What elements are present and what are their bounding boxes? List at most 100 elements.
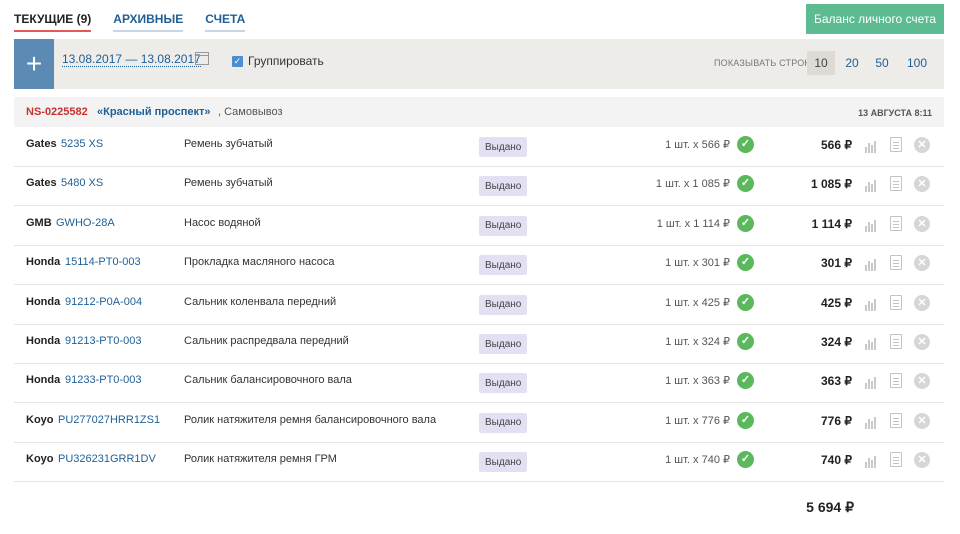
document-icon[interactable] (890, 176, 902, 192)
rows-option-100[interactable]: 100 (900, 51, 934, 75)
bar-chart-icon[interactable] (865, 139, 877, 153)
close-icon[interactable]: ✕ (914, 255, 930, 272)
balance-button[interactable]: Баланс личного счета (806, 4, 944, 34)
item-quantity-price: 1 шт. x 301 ₽ (665, 257, 730, 270)
group-checkbox[interactable]: ✓ (232, 56, 243, 67)
item-description: Сальник распредвала передний (184, 335, 349, 347)
filter-toolbar: + 13.08.2017 — 13.08.2017 ✓ Группировать… (14, 39, 944, 89)
close-icon[interactable]: ✕ (914, 373, 930, 390)
check-circle-icon: ✓ (737, 451, 754, 469)
table-row: Honda 15114-PT0-003 Прокладка масляного на… (14, 246, 944, 286)
bar-chart-icon[interactable] (865, 375, 877, 390)
calendar-icon[interactable] (195, 52, 209, 65)
item-total-price: 301 ₽ (821, 256, 852, 271)
item-total-price: 1 114 ₽ (811, 216, 852, 231)
bar-chart-icon[interactable] (865, 218, 877, 232)
rows-option-10[interactable]: 10 (807, 51, 835, 75)
item-description: Ремень зубчатый (184, 138, 273, 150)
bar-chart-icon[interactable] (865, 257, 877, 272)
document-icon[interactable] (890, 334, 902, 349)
group-label[interactable]: Группировать (248, 54, 324, 68)
tab-current-count: (9) (76, 12, 92, 26)
document-icon[interactable] (890, 215, 902, 231)
item-total-price: 363 ₽ (821, 374, 852, 389)
rows-option-50[interactable]: 50 (868, 51, 896, 75)
item-part-number[interactable]: 5235 XS (61, 138, 103, 150)
check-circle-icon: ✓ (737, 333, 754, 350)
document-icon[interactable] (890, 255, 902, 271)
check-circle-icon: ✓ (737, 175, 754, 193)
item-quantity-price: 1 шт. x 776 ₽ (665, 414, 730, 427)
table-row: Honda 91233-PT0-003 Сальник балансировочно… (14, 364, 944, 404)
date-range-picker[interactable]: 13.08.2017 — 13.08.2017 (62, 52, 201, 67)
document-icon[interactable] (890, 294, 902, 310)
status-badge: Выдано (479, 137, 528, 157)
bar-chart-icon[interactable] (865, 415, 877, 429)
check-circle-icon: ✓ (737, 254, 754, 272)
status-badge: Выдано (479, 255, 528, 276)
item-part-number[interactable]: GWHO-28A (56, 217, 115, 229)
rows-option-20[interactable]: 20 (838, 51, 866, 75)
item-brand: GMB (26, 216, 52, 229)
item-part-number[interactable]: 15114-PT0-003 (65, 256, 141, 268)
item-brand: Koyo (26, 453, 54, 466)
item-description: Прокладка масляного насоса (184, 256, 335, 269)
status-badge: Выдано (479, 452, 528, 473)
item-quantity-price: 1 шт. x 363 ₽ (665, 375, 730, 388)
tab-current[interactable]: ТЕКУЩИЕ (9) (14, 12, 92, 32)
bar-chart-icon[interactable] (865, 297, 877, 311)
item-quantity-price: 1 шт. x 425 ₽ (665, 296, 730, 309)
item-description: Ремень зубчатый (184, 177, 273, 190)
item-part-number[interactable]: 5480 XS (61, 177, 103, 189)
item-part-number[interactable]: 91233-PT0-003 (65, 374, 141, 386)
table-row: GMB GWHO-28A Насос водяной Выдано 1 шт. x 1 … (14, 207, 944, 246)
close-icon[interactable]: ✕ (914, 137, 930, 153)
item-description: Насос водяной (184, 216, 261, 229)
item-total-price: 324 ₽ (821, 335, 852, 349)
order-total: 5 694 ₽ (806, 499, 854, 515)
item-total-price: 776 ₽ (821, 413, 852, 428)
check-circle-icon: ✓ (737, 214, 754, 232)
close-icon[interactable]: ✕ (914, 294, 930, 311)
bar-chart-icon[interactable] (865, 178, 877, 193)
tab-archive[interactable]: АРХИВНЫЕ (113, 12, 184, 32)
order-number[interactable]: NS-0225582 (26, 106, 88, 118)
item-brand: Honda (26, 335, 61, 347)
add-order-button[interactable]: + (14, 39, 54, 89)
rows-per-page-label: Показывать строк: (714, 58, 813, 68)
document-icon[interactable] (890, 452, 902, 468)
item-part-number[interactable]: PU326231GRR1DV (58, 453, 156, 465)
close-icon[interactable]: ✕ (914, 334, 930, 350)
item-part-number[interactable]: 91213-PT0-003 (65, 335, 141, 347)
item-total-price: 425 ₽ (821, 295, 852, 310)
table-row: Koyo PU326231GRR1DV Ролик натяжителя ремня… (14, 443, 944, 483)
document-icon[interactable] (890, 137, 902, 152)
item-quantity-price: 1 шт. x 1 085 ₽ (655, 178, 730, 191)
table-row: Gates 5480 XS Ремень зубчатый Выдано 1 шт. x… (14, 167, 944, 207)
check-circle-icon: ✓ (737, 372, 754, 390)
document-icon[interactable] (890, 373, 902, 389)
bar-chart-icon[interactable] (865, 454, 877, 469)
item-quantity-price: 1 шт. x 1 114 ₽ (656, 217, 730, 230)
table-row: Honda 91213-PT0-003 Сальник распредвала пе… (14, 325, 944, 364)
item-part-number[interactable]: PU277027HRR1ZS1 (58, 414, 160, 426)
item-quantity-price: 1 шт. x 740 ₽ (665, 454, 730, 467)
order-header: NS-0225582 «Красный проспект» , Самовыво… (14, 97, 944, 127)
check-circle-icon: ✓ (737, 411, 754, 429)
close-icon[interactable]: ✕ (914, 176, 930, 193)
bar-chart-icon[interactable] (865, 336, 877, 350)
table-row: Koyo PU277027HRR1ZS1 Ролик натяжителя ремн… (14, 404, 944, 443)
status-badge: Выдано (479, 412, 528, 433)
item-quantity-price: 1 шт. x 324 ₽ (665, 336, 730, 348)
tab-invoices[interactable]: СЧЕТА (205, 12, 246, 32)
item-part-number[interactable]: 91212-P0A-004 (65, 296, 142, 308)
order-shop[interactable]: «Красный проспект» (97, 106, 210, 118)
close-icon[interactable]: ✕ (914, 412, 930, 429)
tab-current-label: ТЕКУЩИЕ (14, 12, 74, 26)
check-circle-icon: ✓ (737, 136, 754, 153)
document-icon[interactable] (890, 412, 902, 428)
table-row: Gates 5235 XS Ремень зубчатый Выдано 1 шт. x… (14, 128, 944, 167)
close-icon[interactable]: ✕ (914, 215, 930, 232)
close-icon[interactable]: ✕ (914, 452, 930, 469)
item-brand: Koyo (26, 413, 54, 426)
